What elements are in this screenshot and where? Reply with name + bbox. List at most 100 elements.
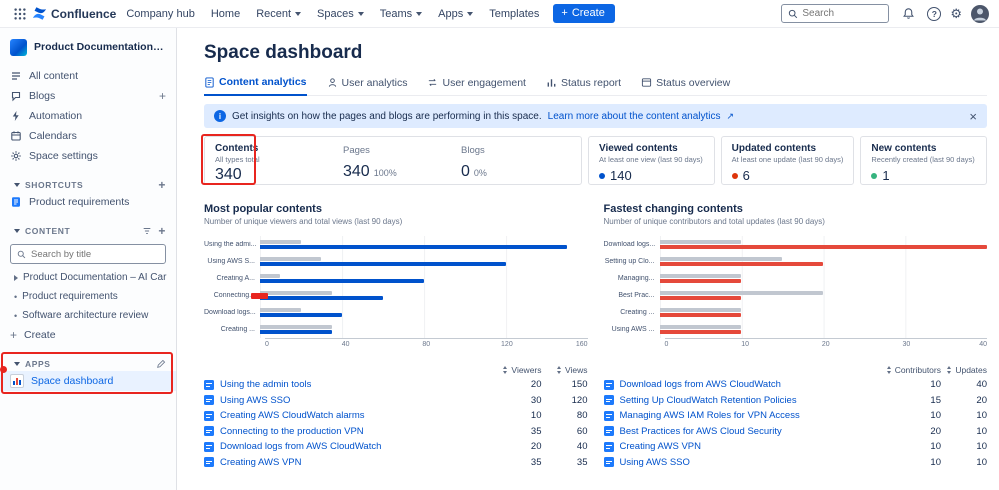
add-blog-icon[interactable]: + — [159, 90, 166, 102]
sidebar-item-automation[interactable]: Automation — [0, 106, 176, 126]
shortcut-product-requirements[interactable]: Product requirements — [0, 192, 176, 212]
contributors-value: 20 — [930, 425, 941, 437]
tree-item-software-architecture-review[interactable]: • Software architecture review — [0, 306, 176, 325]
sidebar-item-all-content[interactable]: All content — [0, 66, 176, 86]
updated-contents-card: Updated contents At least one update (la… — [720, 136, 855, 185]
list-item: Using AWS SSO 10 10 — [603, 455, 987, 471]
sidebar-create-label: Create — [24, 329, 56, 341]
create-button-label: Create — [571, 7, 605, 19]
updates-value: 40 — [976, 379, 987, 391]
tab-status-overview[interactable]: Status overview — [641, 76, 730, 95]
viewed-contents-sub: At least one view (last 90 days) — [599, 155, 703, 164]
viewed-contents-label: Viewed contents — [599, 143, 678, 154]
page-link[interactable]: Connecting to the production VPN — [220, 426, 484, 437]
page-link[interactable]: Setting Up CloudWatch Retention Policies — [620, 395, 884, 406]
notifications-bell-icon[interactable] — [898, 4, 918, 24]
bar-views — [260, 245, 568, 249]
nav-templates[interactable]: Templates — [489, 8, 539, 20]
page-doc-icon — [204, 457, 214, 468]
apps-section-title: APPS — [25, 359, 51, 369]
tab-user-analytics[interactable]: User analytics — [327, 76, 407, 95]
page-link[interactable]: Managing AWS IAM Roles for VPN Access — [620, 410, 884, 421]
global-search-input[interactable] — [802, 8, 883, 19]
space-name: Product Documentation - AI Car — [34, 41, 166, 53]
nav-home[interactable]: Home — [211, 8, 240, 20]
confluence-logo[interactable]: Confluence — [32, 6, 116, 21]
apps-section-header[interactable]: APPS — [0, 357, 176, 371]
help-icon[interactable]: ? — [927, 6, 942, 21]
bullet-icon: • — [14, 310, 18, 321]
tab-status-report[interactable]: Status report — [546, 76, 621, 95]
tab-content-analytics[interactable]: Content analytics — [204, 76, 307, 96]
stat-contents-label: Contents — [215, 143, 259, 154]
content-section-header[interactable]: CONTENT + — [0, 224, 176, 238]
page-link[interactable]: Using AWS SSO — [220, 395, 484, 406]
column-header-contributors[interactable]: Contributors — [875, 365, 941, 375]
x-tick: 30 — [902, 341, 911, 348]
page-doc-icon — [10, 196, 22, 208]
nav-spaces[interactable]: Spaces — [317, 8, 364, 20]
page-link[interactable]: Creating AWS VPN — [220, 457, 484, 468]
bar-updates — [659, 330, 742, 334]
charts-row: Most popular contents Number of unique v… — [204, 203, 987, 470]
updates-value: 10 — [976, 456, 987, 468]
contributors-value: 10 — [930, 456, 941, 468]
page-link[interactable]: Creating AWS VPN — [620, 441, 884, 452]
page-link[interactable]: Best Practices for AWS Cloud Security — [620, 426, 884, 437]
create-button[interactable]: + Create — [553, 4, 615, 23]
chart-title: Fastest changing contents — [603, 203, 743, 215]
page-link[interactable]: Using AWS SSO — [620, 457, 884, 468]
stat-blogs-pct: 0% — [473, 168, 487, 178]
filter-icon[interactable] — [142, 226, 152, 236]
primary-nav: Company hub Home Recent Spaces Teams App… — [126, 8, 539, 20]
sidebar-item-space-dashboard[interactable]: Space dashboard — [0, 371, 176, 391]
content-search[interactable] — [10, 244, 166, 264]
app-switcher-icon[interactable] — [10, 4, 30, 24]
page-link[interactable]: Using the admin tools — [220, 379, 484, 390]
sidebar-create-button[interactable]: + Create — [0, 325, 176, 345]
viewers-value: 20 — [530, 379, 542, 391]
page-doc-icon — [204, 410, 214, 421]
user-avatar[interactable] — [971, 4, 989, 23]
x-tick: 120 — [501, 341, 513, 348]
sidebar-item-blogs[interactable]: Blogs + — [0, 86, 176, 106]
nav-apps[interactable]: Apps — [438, 8, 474, 20]
most-popular-contents-panel: Most popular contents Number of unique v… — [204, 203, 588, 470]
add-content-icon[interactable]: + — [158, 225, 166, 237]
tab-user-engagement[interactable]: User engagement — [427, 76, 526, 95]
column-header-viewers[interactable]: Viewers — [484, 365, 542, 375]
page-link[interactable]: Creating AWS CloudWatch alarms — [220, 410, 484, 421]
banner-learn-more-link[interactable]: Learn more about the content analytics — [548, 111, 721, 122]
page-link[interactable]: Download logs from AWS CloudWatch — [620, 379, 884, 390]
column-header-updates[interactable]: Updates — [941, 365, 987, 375]
page-link[interactable]: Download logs from AWS CloudWatch — [220, 441, 484, 452]
x-tick: 80 — [422, 341, 431, 348]
nav-teams[interactable]: Teams — [380, 8, 423, 20]
window-icon — [641, 78, 652, 87]
sidebar-item-space-dashboard-label: Space dashboard — [31, 375, 114, 387]
add-shortcut-icon[interactable]: + — [158, 179, 166, 191]
settings-gear-icon[interactable]: ⚙ — [950, 7, 962, 20]
updates-value: 10 — [976, 441, 987, 453]
bar-views — [260, 279, 424, 283]
chart-title: Most popular contents — [204, 203, 322, 215]
sidebar-item-calendars[interactable]: Calendars — [0, 126, 176, 146]
tree-item-product-requirements[interactable]: • Product requirements — [0, 287, 176, 306]
nav-recent[interactable]: Recent — [256, 8, 302, 20]
nav-company-hub[interactable]: Company hub — [126, 8, 195, 20]
content-search-input[interactable] — [31, 248, 159, 260]
viewed-contents-card: Viewed contents At least one view (last … — [588, 136, 715, 185]
chart-category-label: Download logs... — [204, 309, 256, 316]
shortcuts-section-header[interactable]: SHORTCUTS + — [0, 178, 176, 192]
edit-pencil-icon[interactable] — [156, 359, 166, 369]
tree-item-product-documentation[interactable]: Product Documentation – AI Car — [0, 268, 176, 287]
external-link-icon: ↗ — [726, 110, 735, 121]
bar-viewers — [260, 325, 332, 329]
column-header-views[interactable]: Views — [542, 365, 588, 375]
sidebar-item-space-settings[interactable]: Space settings — [0, 146, 176, 166]
space-header[interactable]: Product Documentation - AI Car — [0, 38, 176, 56]
viewed-dot-icon — [599, 172, 605, 179]
banner-close-icon[interactable]: × — [969, 110, 977, 123]
viewers-value: 10 — [530, 410, 542, 422]
global-search[interactable] — [781, 4, 890, 23]
